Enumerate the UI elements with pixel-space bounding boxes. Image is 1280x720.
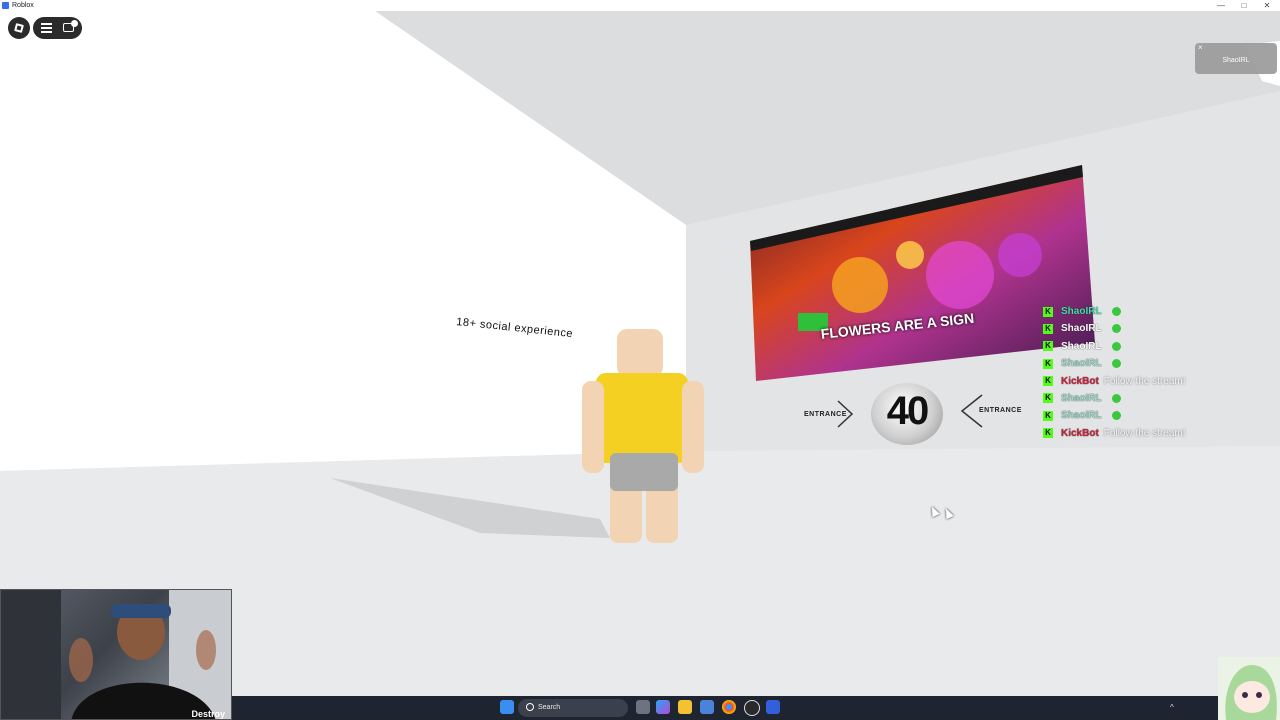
tray-caret-icon[interactable]: ^: [1170, 696, 1174, 720]
emote-icon: [1111, 307, 1121, 316]
close-button[interactable]: ✕: [1256, 0, 1278, 11]
chat-message: K ShaoIRL: [1043, 338, 1273, 355]
chat-text: Follow the stream!: [1103, 427, 1186, 439]
chat-message: K ShaoIRL: [1043, 390, 1273, 407]
roblox-logo-icon: [14, 23, 24, 33]
notification-dot-icon: [71, 20, 78, 27]
kick-icon: K: [1043, 341, 1053, 352]
chat-message: K KickBot Follow the stream!: [1043, 425, 1273, 442]
emote-icon: [1111, 411, 1121, 421]
chat-message: K KickBot Follow the stream!: [1043, 373, 1273, 390]
avatar-shorts: [610, 453, 678, 491]
chat-username: KickBot: [1061, 375, 1099, 387]
notification-toast[interactable]: × ShaoIRL: [1195, 43, 1277, 74]
avatar-right-arm: [682, 381, 704, 473]
chat-username: ShaoIRL: [1061, 340, 1102, 352]
hamburger-menu-icon[interactable]: [41, 23, 52, 33]
chat-username: ShaoIRL: [1061, 392, 1102, 404]
store-icon[interactable]: [700, 700, 714, 714]
chat-text: Follow the stream!: [1103, 375, 1186, 387]
countdown-value: 40: [886, 389, 930, 433]
kick-icon: K: [1043, 428, 1053, 439]
chrome-icon[interactable]: [722, 700, 736, 714]
chat-username: ShaoIRL: [1061, 358, 1102, 370]
hud-toolbar[interactable]: [33, 17, 82, 39]
task-view-icon[interactable]: [636, 700, 650, 714]
window-titlebar: Roblox — □ ✕: [0, 0, 1280, 11]
webcam-caption: Destroy: [191, 709, 225, 719]
window-title: Roblox: [12, 2, 34, 9]
webcam-feed: [1, 590, 231, 719]
search-icon: [526, 703, 534, 711]
toast-text: ShaoIRL: [1222, 57, 1250, 64]
emote-icon: [1111, 359, 1121, 369]
emote-icon: [1111, 341, 1121, 351]
minimize-button[interactable]: —: [1210, 0, 1232, 11]
chat-message: K ShaoIRL: [1043, 303, 1273, 320]
toast-close-icon[interactable]: ×: [1198, 43, 1203, 52]
entrance-label-right: ENTRANCE: [979, 407, 1022, 414]
kick-icon: K: [1043, 393, 1053, 404]
kick-icon: K: [1043, 410, 1053, 421]
kick-icon: K: [1043, 323, 1053, 334]
kick-icon: K: [1043, 376, 1053, 387]
search-label: Search: [538, 704, 561, 711]
chat-message: K ShaoIRL: [1043, 355, 1273, 372]
entrance-label-left: ENTRANCE: [804, 411, 847, 418]
chat-username: ShaoIRL: [1061, 410, 1102, 422]
emote-icon: [1111, 324, 1121, 334]
copilot-icon[interactable]: [656, 700, 670, 714]
maximize-button[interactable]: □: [1233, 0, 1255, 11]
countdown-timer: 40: [871, 383, 943, 445]
file-explorer-icon[interactable]: [678, 700, 692, 714]
windows-start-icon[interactable]: [500, 700, 514, 714]
avatar-head: [617, 329, 663, 377]
roblox-app-icon: [2, 2, 9, 9]
emote-icon: [1111, 393, 1121, 403]
streamer-webcam: Destroy: [0, 589, 232, 720]
stream-chat-feed: K ShaoIRL K ShaoIRL K ShaoIRL K ShaoIRL K Kic…: [1043, 303, 1273, 442]
avatar-left-arm: [582, 381, 604, 473]
obs-icon[interactable]: [744, 700, 760, 716]
chat-username: ShaoIRL: [1061, 306, 1102, 317]
avatar-torso: [596, 373, 688, 463]
kick-icon: K: [1043, 358, 1053, 369]
taskbar-search[interactable]: Search: [518, 699, 628, 717]
chat-username: KickBot: [1061, 427, 1099, 439]
roblox-menu-button[interactable]: [8, 17, 30, 39]
chat-message: K ShaoIRL: [1043, 320, 1273, 337]
roblox-icon[interactable]: [766, 700, 780, 714]
chat-message: K ShaoIRL: [1043, 407, 1273, 424]
vtuber-avatar: [1225, 665, 1277, 720]
chat-username: ShaoIRL: [1061, 323, 1102, 335]
kick-icon: K: [1043, 306, 1053, 317]
vtuber-overlay: [1218, 657, 1280, 720]
